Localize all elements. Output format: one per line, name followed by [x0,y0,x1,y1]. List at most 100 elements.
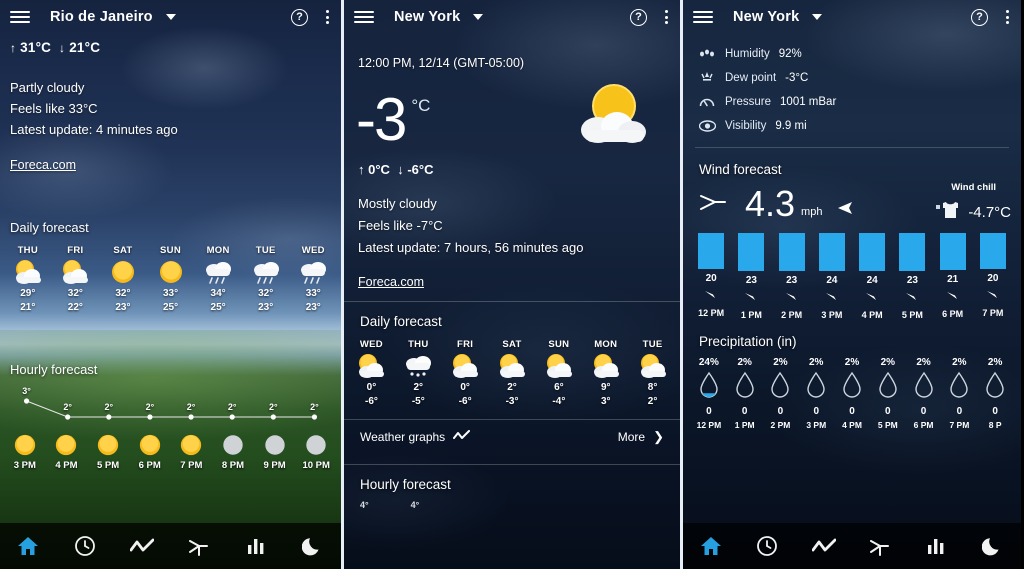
daily-forecast-item[interactable]: THU 2° -5° [395,339,442,409]
daily-high: 32° [67,288,83,299]
kebab-menu-icon[interactable] [324,8,331,26]
precipitation-item[interactable]: 2% 0 3 PM [798,357,834,430]
bottom-nav-bar-panel3[interactable] [683,523,1021,569]
panel1-source-link[interactable]: Foreca.com [10,158,76,172]
chevron-right-icon[interactable]: ❯ [653,429,664,445]
panel-rio-de-janeiro: Rio de Janeiro ? ↑ 31°C ↓ 21°C Partly cl… [0,0,341,569]
panel2-low-value: -6°C [407,162,434,177]
precipitation-percent: 2% [809,357,824,368]
daily-low: -4° [552,396,566,407]
daily-high: 33° [162,288,179,299]
precipitation-time: 7 PM [949,420,970,430]
nav-bar-chart-icon[interactable] [239,529,273,563]
help-circle-icon[interactable]: ? [291,8,308,26]
hourly-forecast-item[interactable]: 3 PM [4,429,46,471]
panel2-city-title[interactable]: New York [394,9,460,25]
hourly-forecast-item[interactable]: 9 PM [254,429,296,471]
nav-windmill-icon[interactable] [863,529,897,563]
hourly-forecast-item[interactable]: 5 PM [87,429,129,471]
precipitation-item[interactable]: 2% 0 6 PM [906,357,942,430]
precipitation-amount: 0 [813,406,820,417]
panel1-city-title[interactable]: Rio de Janeiro [50,9,153,25]
nav-line-chart-icon[interactable] [807,529,841,563]
nav-clock-icon[interactable] [750,529,784,563]
wind-bar-item[interactable]: 24 4 PM [852,233,892,320]
nav-moon-icon[interactable] [296,529,330,563]
arrow-up-icon: ↑ [358,162,365,177]
nav-clock-icon[interactable] [68,529,102,563]
kebab-menu-icon[interactable] [1004,8,1011,26]
wind-bar-time: 2 PM [781,309,803,320]
help-circle-icon[interactable]: ? [630,8,647,26]
caret-down-icon[interactable] [473,14,484,20]
precipitation-item[interactable]: 24% 0 12 PM [691,357,727,430]
nav-bar-chart-icon[interactable] [919,529,953,563]
wind-bar-item[interactable]: 23 2 PM [772,233,812,320]
hourly-forecast-item[interactable]: 10 PM [295,429,337,471]
wind-bar-item[interactable]: 23 5 PM [892,233,932,320]
hourly-temp-label: 3° [22,386,31,396]
water-drop-icon [770,371,790,404]
daily-forecast-item[interactable]: FRI 0° -6° [442,339,489,409]
wind-bar-item[interactable]: 20 12 PM [691,233,731,320]
precipitation-item[interactable]: 2% 0 5 PM [870,357,906,430]
detail-value: 92% [778,48,802,60]
panel1-hourly-title: Hourly forecast [10,362,98,377]
weather-graphs-row[interactable]: Weather graphs More ❯ [344,420,680,454]
hamburger-icon[interactable] [10,11,30,23]
daily-forecast-item[interactable]: MON 9° 3° [582,339,629,409]
more-label[interactable]: More [618,430,645,444]
daily-forecast-item[interactable]: WED 0° -6° [348,339,395,409]
daily-forecast-item[interactable]: TUE 32° 23° [242,245,290,315]
hamburger-icon[interactable] [693,11,713,23]
nav-home-icon[interactable] [11,529,45,563]
help-circle-icon[interactable]: ? [971,8,988,26]
daily-high: 29° [20,288,36,299]
daily-forecast-item[interactable]: SAT 2° -3° [489,339,536,409]
water-drop-icon [914,371,934,404]
wind-bar-item[interactable]: 21 6 PM [933,233,973,320]
wind-bar-item[interactable]: 20 7 PM [973,233,1013,320]
wind-speed-unit: mph [801,206,823,218]
hourly-forecast-item[interactable]: 6 PM [129,429,171,471]
daily-forecast-item[interactable]: SUN 6° -4° [535,339,582,409]
daily-forecast-item[interactable]: SAT 32° 23° [99,245,147,315]
sunny-icon [99,259,147,285]
precipitation-item[interactable]: 2% 0 1 PM [727,357,763,430]
caret-down-icon[interactable] [165,14,176,20]
daily-forecast-item[interactable]: MON 34° 25° [194,245,242,315]
hamburger-icon[interactable] [354,11,374,23]
panel2-source-link[interactable]: Foreca.com [358,275,424,289]
daily-forecast-item[interactable]: WED 33° 23° [289,245,337,315]
wind-bar-item[interactable]: 23 1 PM [731,233,771,320]
panel1-hourly-forecast: Hourly forecast 3° 2° 2° 2° 2° 2° 2° 2° 3 PM 4 P… [0,362,341,471]
wind-bar-item[interactable]: 24 3 PM [812,233,852,320]
nav-line-chart-icon[interactable] [125,529,159,563]
daily-forecast-item[interactable]: TUE 8° 2° [629,339,676,409]
nav-home-icon[interactable] [694,529,728,563]
precipitation-item[interactable]: 2% 0 4 PM [834,357,870,430]
hourly-forecast-item[interactable]: 4 PM [46,429,88,471]
precipitation-item[interactable]: 2% 0 7 PM [941,357,977,430]
daily-forecast-item[interactable]: THU 29° 21° [4,245,52,315]
wind-chill-value: -4.7°C [968,204,1011,221]
hourly-forecast-item[interactable]: 7 PM [171,429,213,471]
precipitation-item[interactable]: 2% 0 2 PM [763,357,799,430]
daily-forecast-item[interactable]: SUN 33° 25° [147,245,195,315]
panel3-city-title[interactable]: New York [733,9,799,25]
daily-day-label: TUE [255,245,276,256]
panel1-low-value: 21°C [69,40,101,55]
kebab-menu-icon[interactable] [663,8,670,26]
precipitation-time: 3 PM [806,420,827,430]
panel1-daily-forecast: Daily forecast THU 29° 21° FRI 32° 22° SAT 32° 2… [0,220,341,315]
panel2-condition: Mostly cloudy [358,196,437,211]
caret-down-icon[interactable] [812,14,823,20]
nav-moon-icon[interactable] [976,529,1010,563]
precipitation-item[interactable]: 2% 0 8 P [977,357,1013,430]
nav-windmill-icon[interactable] [182,529,216,563]
daily-forecast-item[interactable]: FRI 32° 22° [52,245,100,315]
bottom-nav-bar-panel1[interactable] [0,523,341,569]
wind-bar-time: 7 PM [982,308,1004,318]
hourly-temperature-line-chart: 3° 2° 2° 2° 2° 2° 2° 2° [6,381,335,427]
hourly-forecast-item[interactable]: 8 PM [212,429,254,471]
